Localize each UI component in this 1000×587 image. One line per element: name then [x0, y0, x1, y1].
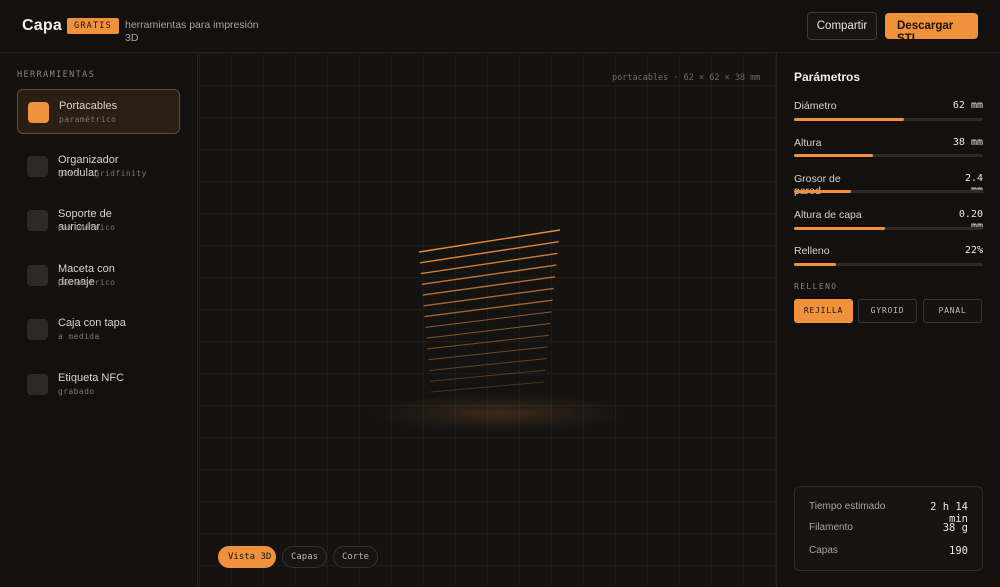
slider-fill	[794, 227, 885, 230]
layer-line	[423, 287, 554, 307]
param-diameter[interactable]: Diámetro 62 mm	[794, 100, 983, 126]
share-button[interactable]: Compartir	[807, 12, 877, 40]
square-icon	[27, 374, 48, 395]
tool-item-portacables[interactable]: Portacables paramétrico	[17, 89, 180, 134]
layer-line	[430, 381, 545, 393]
param-value: 38 mm	[952, 137, 983, 148]
sidebar-title: HERRAMIENTAS	[17, 70, 96, 80]
app-header: Capa GRATIS herramientas para impresión …	[0, 0, 1000, 53]
slider-fill	[794, 118, 904, 121]
model-layers	[418, 229, 561, 393]
tool-item-organizador[interactable]: Organizador modular grid · gridfinity	[17, 144, 180, 189]
param-label: Altura	[794, 137, 822, 149]
print-stats-card: Tiempo estimado 2 h 14 min Filamento 38 …	[794, 486, 983, 571]
slider-track[interactable]	[794, 190, 983, 193]
stat-label: Capas	[809, 545, 838, 556]
slider-track[interactable]	[794, 227, 983, 230]
square-icon	[27, 210, 48, 231]
param-label: Diámetro	[794, 100, 837, 112]
model-preview	[418, 229, 561, 393]
tools-sidebar: HERRAMIENTAS Portacables paramétrico Org…	[0, 53, 198, 587]
tab-layers[interactable]: Capas	[282, 546, 327, 568]
square-icon	[27, 156, 48, 177]
slider-fill	[794, 190, 851, 193]
tool-item-etiqueta[interactable]: Etiqueta NFC grabado	[17, 362, 180, 407]
download-stl-button[interactable]: Descargar STL	[885, 13, 978, 39]
slider-track[interactable]	[794, 154, 983, 157]
3d-viewport[interactable]: portacables · 62 × 62 × 38 mm Vista 3D C…	[199, 53, 777, 587]
square-icon	[27, 265, 48, 286]
param-wall-thickness[interactable]: Grosor de pared 2.4 mm	[794, 173, 983, 199]
tool-label: Portacables	[59, 100, 118, 112]
tab-section[interactable]: Corte	[333, 546, 378, 568]
layer-line	[418, 229, 561, 253]
stat-value: 190	[949, 545, 968, 557]
tool-desc: paramétrico	[58, 223, 116, 232]
tool-label: Etiqueta NFC	[58, 372, 125, 384]
tool-item-soporte[interactable]: Soporte de auricular paramétrico	[17, 198, 180, 243]
viewport-caption: portacables · 62 × 62 × 38 mm	[612, 73, 761, 83]
app-subtitle: herramientas para impresión 3D	[125, 19, 259, 44]
layer-line	[428, 346, 548, 361]
tool-desc: grabado	[58, 387, 95, 396]
tool-desc: paramétrico	[59, 115, 117, 124]
param-layer-height[interactable]: Altura de capa 0.20 mm	[794, 209, 983, 235]
tool-desc: a medida	[58, 332, 100, 341]
stat-label: Tiempo estimado	[809, 501, 886, 512]
layer-line	[422, 276, 556, 296]
app-logo: Capa	[22, 17, 62, 34]
tool-item-maceta[interactable]: Maceta con drenaje paramétrico	[17, 253, 180, 298]
infill-grid-button[interactable]: REJILLA	[794, 299, 853, 323]
layer-line	[420, 252, 558, 275]
param-label: Altura de capa	[794, 209, 862, 221]
infill-gyroid-button[interactable]: GYROID	[858, 299, 917, 323]
param-height[interactable]: Altura 38 mm	[794, 137, 983, 163]
tab-3d-view[interactable]: Vista 3D	[218, 546, 276, 568]
tool-label: Caja con tapa	[58, 317, 126, 329]
param-infill[interactable]: Relleno 22%	[794, 245, 983, 271]
param-label: Relleno	[794, 245, 830, 257]
layer-line	[430, 369, 546, 382]
slider-track[interactable]	[794, 118, 983, 121]
param-value: 22%	[964, 245, 983, 256]
tool-item-caja[interactable]: Caja con tapa a medida	[17, 307, 180, 352]
tool-desc: paramétrico	[58, 278, 116, 287]
panel-title: Parámetros	[794, 70, 861, 84]
layer-line	[427, 334, 549, 350]
stat-label: Filamento	[809, 522, 853, 533]
layer-line	[421, 264, 557, 286]
parameters-panel: Parámetros Diámetro 62 mm Altura 38 mm G…	[778, 53, 1000, 587]
stat-value: 38 g	[942, 522, 968, 534]
param-value: 62 mm	[952, 100, 983, 111]
param-label: Grosor de pared	[794, 173, 841, 197]
layer-line	[419, 241, 559, 264]
square-icon	[27, 319, 48, 340]
free-badge: GRATIS	[67, 18, 119, 34]
param-value: 2.4 mm	[964, 173, 983, 196]
infill-honeycomb-button[interactable]: PANAL	[923, 299, 982, 323]
square-icon	[28, 102, 49, 123]
layer-line	[429, 358, 547, 371]
tool-desc: grid · gridfinity	[58, 169, 147, 178]
slider-fill	[794, 154, 874, 157]
slider-track[interactable]	[794, 263, 983, 266]
infill-section-label: RELLENO	[794, 282, 838, 291]
layer-line	[426, 323, 551, 339]
slider-fill	[794, 263, 836, 266]
